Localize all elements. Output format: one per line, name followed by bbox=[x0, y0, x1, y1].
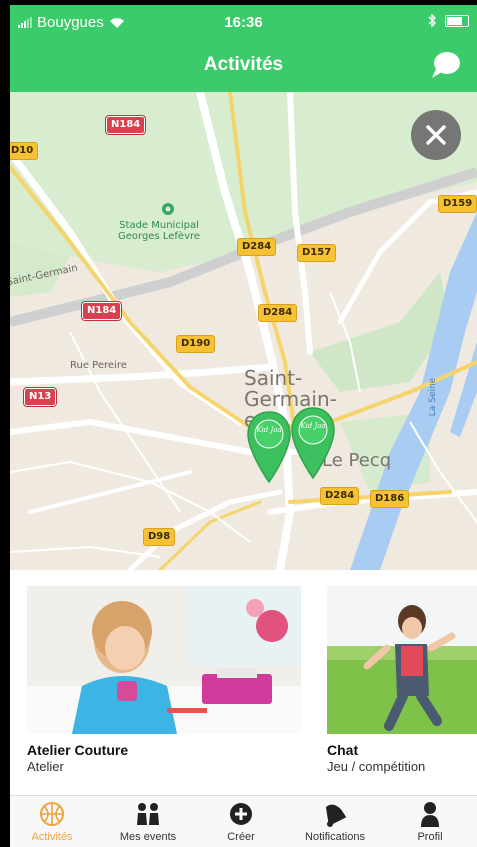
tab-activites-label: Activités bbox=[31, 831, 73, 843]
battery-icon bbox=[445, 14, 469, 27]
activity-pin-2[interactable]: Kid Jaa bbox=[290, 406, 336, 480]
people-icon bbox=[137, 803, 159, 825]
stadium-label-line2: Georges Lefèvre bbox=[118, 231, 201, 242]
road-badge-n184-top: N184 bbox=[106, 116, 146, 134]
map-view[interactable]: N184 N184 D284 D157 D284 D190 N13 D159 D… bbox=[10, 92, 477, 570]
tab-profil-label: Profil bbox=[417, 831, 443, 843]
close-icon bbox=[426, 125, 446, 145]
app-header: Activités bbox=[10, 39, 477, 92]
tab-notifications-label: Notifications bbox=[305, 831, 365, 843]
pin-2-text: Kid Jaa bbox=[299, 422, 325, 430]
road-badge-d284-mid: D284 bbox=[258, 304, 298, 322]
page-title: Activités bbox=[203, 54, 284, 75]
activity-card-1-name: Atelier Couture bbox=[27, 742, 129, 758]
activity-card-1[interactable]: Atelier Couture Atelier bbox=[27, 586, 301, 774]
tab-creer[interactable]: Créer bbox=[196, 798, 286, 843]
activity-card-1-image bbox=[27, 586, 301, 734]
activity-card-1-category: Atelier bbox=[27, 759, 64, 774]
road-badge-n13: N13 bbox=[24, 388, 57, 406]
activity-card-2-image bbox=[327, 586, 477, 734]
road-badge-d190: D190 bbox=[176, 335, 216, 353]
status-right bbox=[428, 14, 469, 27]
activity-card-2-name: Chat bbox=[327, 742, 359, 758]
stadium-label-line1: Stade Municipal bbox=[119, 220, 199, 231]
pin-1-text: Kid Jaa bbox=[255, 426, 281, 434]
plus-circle-icon bbox=[230, 803, 252, 825]
road-badge-d157: D157 bbox=[297, 244, 337, 262]
tab-mes-events-label: Mes events bbox=[119, 831, 177, 843]
road-badge-d186: D186 bbox=[370, 490, 410, 508]
close-map-button[interactable] bbox=[411, 110, 461, 160]
basketball-icon bbox=[40, 802, 64, 826]
app-screen: Bouygues 16:36 Activités N184 N184 D284 … bbox=[10, 5, 477, 847]
activity-card-2-category: Jeu / compétition bbox=[327, 759, 426, 774]
activity-pin-1[interactable]: Kid Jaa bbox=[246, 410, 292, 484]
status-bar: Bouygues 16:36 bbox=[10, 5, 477, 39]
tab-mes-events[interactable]: Mes events bbox=[103, 798, 193, 843]
tab-creer-label: Créer bbox=[227, 831, 255, 843]
tab-bar: Activités Mes events Créer Notifications… bbox=[10, 795, 477, 847]
activity-card-2[interactable]: Chat Jeu / compétition bbox=[327, 586, 477, 774]
tab-profil[interactable]: Profil bbox=[385, 798, 475, 843]
stadium-label: Stade Municipal Georges Lefèvre bbox=[118, 220, 200, 242]
status-time: 16:36 bbox=[224, 14, 263, 31]
road-badge-d284-south: D284 bbox=[320, 487, 360, 505]
road-badge-d98: D98 bbox=[143, 528, 176, 546]
activity-cards: Atelier Couture Atelier Chat Jeu / compé… bbox=[10, 570, 477, 800]
road-badge-d284-north: D284 bbox=[237, 238, 277, 256]
bluetooth-icon bbox=[428, 14, 436, 27]
rue-pereire-label: Rue Pereire bbox=[70, 360, 127, 371]
road-badge-d159: D159 bbox=[438, 195, 477, 213]
road-badge-n184: N184 bbox=[82, 302, 122, 320]
bell-icon bbox=[325, 804, 347, 827]
tab-activites[interactable]: Activités bbox=[10, 798, 97, 843]
chat-bubble-icon[interactable] bbox=[429, 48, 463, 82]
road-badge-d10: D10 bbox=[10, 142, 39, 160]
la-seine-label: La Seine bbox=[428, 377, 439, 417]
tab-notifications[interactable]: Notifications bbox=[290, 798, 380, 843]
person-icon bbox=[421, 802, 439, 827]
city-label-line1: Saint- bbox=[244, 366, 303, 390]
